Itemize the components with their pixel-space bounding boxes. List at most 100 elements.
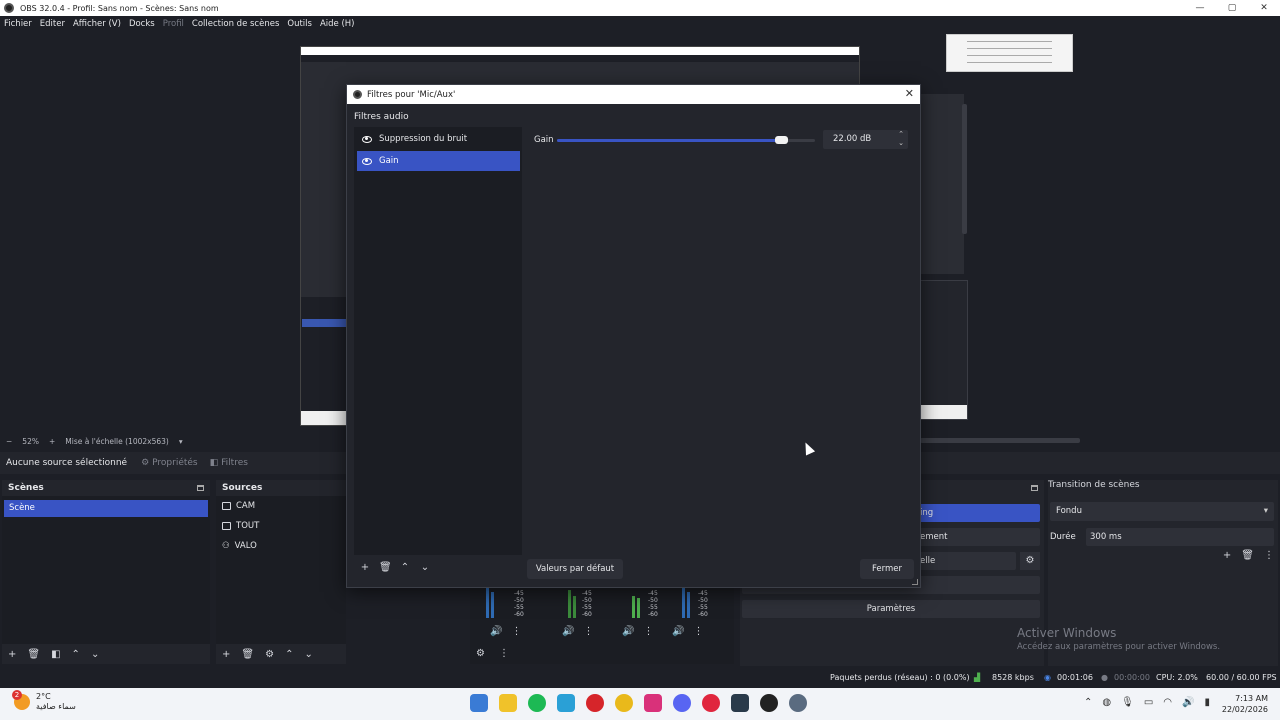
obs-icon[interactable] (760, 694, 778, 712)
menu-profile[interactable]: Profil (163, 19, 184, 29)
file-explorer-icon[interactable] (499, 694, 517, 712)
chevron-up-icon[interactable]: ⌃ (1084, 697, 1092, 708)
menu-help[interactable]: Aide (H) (320, 19, 355, 29)
scenes-dock: Scènes Scène + 🗑 ◧ ⌃ ⌄ (2, 480, 210, 664)
volume-icon[interactable]: 🔊 (622, 626, 634, 637)
move-up-icon[interactable]: ⌃ (399, 562, 411, 573)
microphone-icon[interactable]: 🎙 (1121, 697, 1134, 708)
discord-icon[interactable] (673, 694, 691, 712)
eye-icon[interactable] (362, 135, 372, 143)
volume-meter (682, 588, 692, 618)
add-source-icon[interactable]: + (222, 649, 230, 660)
menu-tools[interactable]: Outils (287, 19, 312, 29)
add-scene-icon[interactable]: + (8, 649, 16, 660)
preview-vertical-scrollbar[interactable] (962, 104, 967, 234)
display-icon[interactable]: ▭ (1144, 697, 1153, 708)
speaker-icon[interactable]: 🔊 (1182, 697, 1194, 708)
volume-icon[interactable]: 🔊 (562, 626, 574, 637)
mixer-settings-icon[interactable]: ⚙ (476, 648, 485, 659)
clock[interactable]: 7:13 AM 22/02/2026 (1222, 693, 1268, 715)
settings-icon[interactable] (789, 694, 807, 712)
wifi-icon[interactable]: ◠ (1163, 697, 1172, 708)
transition-select[interactable]: Fondu (1050, 502, 1274, 521)
filter-item-gain[interactable]: Gain (357, 151, 520, 171)
instagram-icon[interactable] (644, 694, 662, 712)
eye-icon[interactable] (362, 157, 372, 165)
maximize-button[interactable]: ▢ (1216, 0, 1248, 16)
gain-spinbox[interactable]: 22.00 dB ⌃ ⌄ (823, 130, 908, 149)
move-down-icon[interactable]: ⌄ (91, 649, 99, 660)
obs-logo-icon (4, 3, 14, 13)
duration-row: Durée 300 ms (1050, 528, 1274, 546)
weather-widget[interactable]: 2 2°C سماء صافية (12, 690, 76, 712)
remove-transition-icon[interactable]: 🗑 (1241, 550, 1254, 561)
source-item-cam[interactable]: CAM (216, 496, 346, 516)
undock-icon[interactable] (1031, 485, 1038, 491)
undock-icon[interactable] (197, 485, 204, 491)
transition-menu-icon[interactable]: ⋮ (1264, 550, 1274, 561)
remove-scene-icon[interactable]: 🗑 (27, 649, 40, 660)
gain-slider[interactable] (557, 136, 815, 144)
chrome-icon[interactable] (615, 694, 633, 712)
start-icon[interactable] (470, 694, 488, 712)
source-item-valo[interactable]: ⚇ VALO (216, 536, 346, 556)
status-bar: Paquets perdus (réseau) : 0 (0.0%) ▟ 852… (0, 670, 1280, 686)
menu-edit[interactable]: Editer (40, 19, 65, 29)
move-up-icon[interactable]: ⌃ (72, 649, 80, 660)
scene-filters-icon[interactable]: ◧ (51, 649, 60, 660)
window-titlebar: OBS 32.0.4 - Profil: Sans nom - Scènes: … (0, 0, 1280, 16)
zoom-out-button[interactable]: − (6, 437, 12, 446)
menu-file[interactable]: Fichier (4, 19, 32, 29)
gear-icon[interactable]: ⚙ (1020, 552, 1040, 570)
minimize-button[interactable]: — (1184, 0, 1216, 16)
remove-filter-icon[interactable]: 🗑 (379, 562, 392, 573)
defaults-button[interactable]: Valeurs par défaut (527, 559, 623, 579)
filter-item-noise-suppression[interactable]: Suppression du bruit (357, 129, 520, 149)
source-up-icon[interactable]: ⌃ (285, 649, 293, 660)
kebab-menu-icon[interactable]: ⋮ (693, 626, 703, 637)
kebab-menu-icon[interactable]: ⋮ (583, 626, 593, 637)
spin-arrows-icon[interactable]: ⌃ ⌄ (898, 130, 904, 148)
duration-input[interactable]: 300 ms (1086, 528, 1274, 546)
add-transition-icon[interactable]: + (1223, 550, 1231, 561)
volume-icon[interactable]: 🔊 (672, 626, 684, 637)
mixer-menu-icon[interactable]: ⋮ (499, 648, 509, 659)
close-icon[interactable]: ✕ (905, 87, 914, 100)
app-icon[interactable] (586, 694, 604, 712)
settings-button[interactable]: Paramètres (742, 600, 1040, 618)
menu-scene-collection[interactable]: Collection de scènes (192, 19, 279, 29)
transitions-title: Transition de scènes (1048, 480, 1140, 490)
windows-taskbar: 2 2°C سماء صافية ⌃ ◍ 🎙 ▭ ◠ 🔊 ▮ 7:13 AM 22… (0, 688, 1280, 720)
remove-source-icon[interactable]: 🗑 (241, 649, 254, 660)
resize-grip-icon[interactable] (912, 579, 918, 585)
scene-item[interactable]: Scène (4, 500, 208, 517)
opera-icon[interactable] (702, 694, 720, 712)
source-down-icon[interactable]: ⌄ (304, 649, 312, 660)
battery-icon[interactable]: ▮ (1204, 697, 1210, 708)
close-button[interactable]: Fermer (860, 559, 914, 579)
kebab-menu-icon[interactable]: ⋮ (643, 626, 653, 637)
network-icon[interactable]: ◍ (1102, 697, 1111, 708)
scale-dropdown-icon[interactable]: ▾ (179, 437, 183, 446)
scale-mode-label[interactable]: Mise à l'échelle (1002x563) (65, 437, 169, 446)
gain-slider-handle[interactable] (774, 136, 788, 144)
zoom-in-button[interactable]: + (49, 437, 55, 446)
app-icon[interactable] (731, 694, 749, 712)
bitrate: 8528 kbps (992, 673, 1034, 682)
preview-nested-capture (920, 280, 968, 420)
display-icon (222, 502, 231, 510)
filters-button[interactable]: ◧ Filtres (210, 458, 248, 468)
properties-button[interactable]: ⚙ Propriétés (141, 458, 198, 468)
menu-view[interactable]: Afficher (V) (73, 19, 121, 29)
app-icon[interactable] (557, 694, 575, 712)
kebab-menu-icon[interactable]: ⋮ (511, 626, 521, 637)
close-window-button[interactable]: ✕ (1248, 0, 1280, 16)
add-filter-icon[interactable]: + (359, 562, 371, 573)
source-item-tout[interactable]: TOUT (216, 516, 346, 536)
record-icon: ● (1101, 673, 1108, 682)
move-down-icon[interactable]: ⌄ (419, 562, 431, 573)
spotify-icon[interactable] (528, 694, 546, 712)
menu-docks[interactable]: Docks (129, 19, 155, 29)
source-properties-icon[interactable]: ⚙ (265, 649, 274, 660)
volume-icon[interactable]: 🔊 (490, 626, 502, 637)
